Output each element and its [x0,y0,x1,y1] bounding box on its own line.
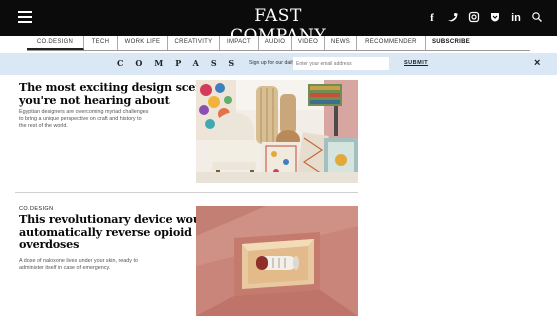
section-nav: CO.DESIGN TECH WORK LIFE CREATIVITY IMPA… [27,36,530,51]
nav-item-codesign[interactable]: CO.DESIGN [27,36,84,50]
nav-item-news[interactable]: NEWS [325,36,357,50]
article-dek: A dose of naloxone lives under your skin… [19,258,138,271]
newsletter-banner: COMPASS Sign up for our daily email SUBM… [0,53,557,75]
close-banner-button[interactable]: × [534,57,540,69]
subscribe-link[interactable]: SUBSCRIBE [426,36,476,50]
search-icon[interactable] [531,11,543,25]
nav-item-work-life[interactable]: WORK LIFE [118,36,168,50]
twitter-icon[interactable] [447,11,459,25]
top-bar: FAST COMPANY f in [0,0,557,46]
nav-item-recommender[interactable]: RECOMMENDER [357,36,426,50]
facebook-icon[interactable]: f [426,11,438,25]
compass-brand: COMPASS [117,58,247,68]
nav-item-audio[interactable]: AUDIO [259,36,292,50]
nav-item-tech[interactable]: TECH [84,36,118,50]
linkedin-icon[interactable]: in [510,11,522,25]
article-title[interactable]: The most exciting design scene you're no… [19,81,210,106]
email-input[interactable] [293,57,389,70]
implant-device-illustration[interactable] [196,206,358,316]
submit-button[interactable]: SUBMIT [404,60,428,66]
flipboard-icon[interactable] [489,11,501,25]
hamburger-icon[interactable] [18,11,32,23]
article-divider [15,192,358,193]
nav-item-impact[interactable]: IMPACT [220,36,259,50]
article-dek: Egyptian designers are overcoming myriad… [19,109,149,129]
nav-item-video[interactable]: VIDEO [292,36,325,50]
colorful-furniture-photo[interactable] [196,80,358,183]
article-title[interactable]: This revolutionary device would automati… [19,213,213,251]
instagram-icon[interactable] [468,11,480,25]
social-links: f in [426,11,543,25]
nav-item-creativity[interactable]: CREATIVITY [168,36,220,50]
